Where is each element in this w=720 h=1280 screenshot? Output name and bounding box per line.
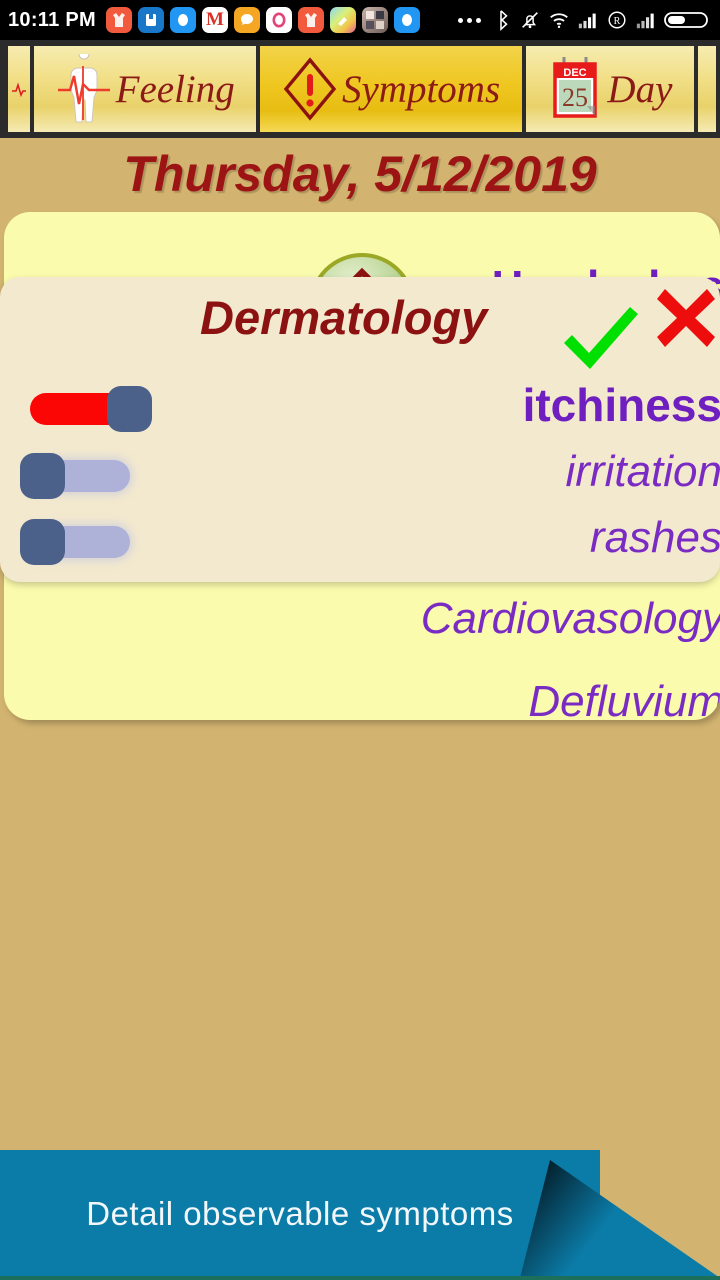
body-pulse-icon — [57, 54, 110, 123]
brush-glyph — [338, 17, 348, 26]
collage-glyph — [366, 11, 385, 29]
battery-icon — [664, 12, 708, 28]
bluetooth-icon — [500, 10, 508, 31]
symptom-label-irritation: irritation — [565, 447, 720, 496]
mute-bell-icon — [522, 12, 538, 29]
status-right-group: R — [458, 8, 712, 32]
symptom-row-irritation[interactable]: irritation — [0, 447, 720, 503]
roaming-icon: R — [608, 11, 626, 29]
symptom-row-rashes[interactable]: rashes — [0, 513, 720, 569]
opera-app-icon — [266, 7, 293, 33]
svg-text:DEC: DEC — [564, 67, 587, 79]
green-check-icon[interactable] — [556, 297, 646, 382]
symptom-row-itchiness[interactable]: itchiness — [0, 379, 720, 436]
tab-feeling[interactable]: Feeling — [34, 46, 257, 132]
tab-day[interactable]: DEC 25 Day — [525, 46, 695, 132]
tab-feeling-label: Feeling — [115, 67, 235, 111]
wifi-icon — [550, 13, 568, 29]
date-header: Thursday, 5/12/2019 — [0, 138, 720, 210]
partial-pulse-icon — [12, 82, 26, 98]
dialog-title: Dermatology — [200, 291, 488, 344]
symptom-label-rashes: rashes — [589, 513, 720, 562]
tab-symptoms-label: Symptoms — [342, 67, 501, 111]
messenger-app-icon-2 — [394, 7, 421, 33]
tab-partial-left[interactable] — [8, 46, 30, 132]
toggle-itchiness[interactable] — [12, 386, 152, 432]
signal-bars-icon — [578, 13, 596, 29]
shopping-app-icon-2 — [298, 7, 325, 33]
gmail-app-icon: M — [202, 7, 229, 33]
shirt-glyph — [113, 13, 126, 27]
page-title: Thursday, 5/12/2019 — [123, 146, 597, 202]
blue-book-app-icon — [138, 7, 165, 33]
banner-baseline — [0, 1276, 720, 1280]
calendar-icon: DEC 25 — [553, 57, 598, 118]
red-x-icon[interactable] — [655, 287, 717, 354]
bubble-glyph — [178, 14, 189, 26]
svg-text:25: 25 — [562, 83, 588, 112]
category-label-cardiovasology: Cardiovasology — [420, 594, 720, 643]
status-clock: 10:11 PM — [8, 8, 97, 31]
tab-day-label: Day — [607, 67, 673, 111]
toggle-knob — [20, 453, 65, 499]
shopping-app-icon — [106, 7, 133, 33]
bottom-banner[interactable]: Detail observable symptoms — [0, 1150, 720, 1280]
speech-bubble-glyph — [241, 14, 254, 25]
messenger-app-icon — [170, 7, 197, 33]
svg-text:R: R — [614, 16, 621, 27]
shirt-glyph-2 — [305, 13, 318, 27]
signal-bars-2-icon — [636, 13, 654, 29]
gallery-app-icon — [330, 7, 357, 33]
banner-text: Detail observable symptoms — [86, 1195, 514, 1232]
toggle-knob — [107, 386, 152, 432]
bubble-glyph-2 — [402, 14, 413, 26]
opera-o-glyph — [272, 12, 286, 28]
symptom-label-itchiness: itchiness — [522, 379, 720, 431]
photos-collage-app-icon — [362, 7, 389, 33]
toggle-rashes[interactable] — [12, 519, 152, 565]
category-row-defluvium[interactable]: Defluvium — [4, 667, 720, 720]
category-row-cardiovasology[interactable]: Cardiovasology — [4, 584, 720, 654]
warning-diamond-icon — [283, 57, 337, 121]
status-bar: 10:11 PM M R — [0, 0, 720, 40]
tab-symptoms[interactable]: Symptoms — [260, 46, 522, 132]
category-label-defluvium: Defluvium — [528, 677, 720, 720]
overflow-dots-icon — [458, 17, 481, 23]
dermatology-dialog: Dermatology itchiness irritation rashes — [0, 277, 720, 582]
toggle-irritation[interactable] — [12, 453, 152, 499]
toggle-knob — [20, 519, 65, 565]
chat-bubble-app-icon — [234, 7, 261, 33]
tab-partial-right[interactable] — [698, 46, 717, 132]
tab-bar[interactable]: Feeling Symptoms DEC 25 Day — [0, 40, 720, 138]
book-glyph — [146, 14, 157, 26]
